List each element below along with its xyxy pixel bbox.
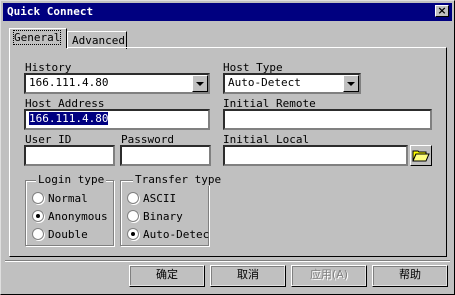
transfer-binary-radio[interactable]: Binary — [127, 210, 183, 223]
login-type-label: Login type — [36, 173, 107, 186]
transfer-binary-label: Binary — [143, 210, 183, 223]
cancel-button[interactable]: 取消 — [210, 265, 286, 287]
host-type-select[interactable]: Auto-Detect — [223, 73, 361, 94]
tab-general[interactable]: General — [9, 28, 67, 48]
history-combo[interactable]: 166.111.4.80 — [24, 73, 210, 94]
help-button[interactable]: 帮助 — [372, 265, 448, 287]
transfer-ascii-radio-circle — [127, 192, 139, 204]
login-double-radio-circle — [32, 228, 44, 240]
host-type-value: Auto-Detect — [228, 76, 301, 89]
history-dropdown-button[interactable] — [192, 75, 208, 92]
transfer-auto-label: Auto-Detec — [143, 228, 210, 241]
initial-local-input[interactable] — [223, 145, 408, 166]
transfer-auto-radio[interactable]: Auto-Detec — [127, 228, 209, 241]
history-value: 166.111.4.80 — [29, 76, 109, 89]
transfer-type-label: Transfer type — [133, 173, 224, 186]
login-anonymous-radio-circle — [32, 210, 44, 222]
button-separator — [5, 260, 450, 262]
apply-button[interactable]: 应用(A) — [291, 265, 367, 287]
transfer-auto-radio-circle — [127, 228, 139, 240]
transfer-ascii-label: ASCII — [143, 192, 177, 205]
transfer-ascii-radio[interactable]: ASCII — [127, 192, 176, 205]
host-address-input[interactable]: 166.111.4.80 — [24, 109, 210, 130]
login-double-radio[interactable]: Double — [32, 228, 88, 241]
user-id-input[interactable] — [24, 145, 115, 166]
quick-connect-dialog: Quick Connect × General Advanced History… — [0, 0, 455, 295]
host-address-value: 166.111.4.80 — [29, 112, 109, 125]
tab-general-label: General — [12, 30, 62, 45]
login-normal-label: Normal — [48, 192, 88, 205]
close-button[interactable]: × — [435, 5, 449, 17]
window-title: Quick Connect — [7, 5, 94, 18]
title-bar[interactable]: Quick Connect × — [3, 3, 452, 21]
transfer-binary-radio-circle — [127, 210, 139, 222]
host-type-dropdown-button[interactable] — [343, 75, 359, 92]
tab-advanced-label: Advanced — [72, 34, 125, 47]
ok-button[interactable]: 确定 — [129, 265, 205, 287]
login-double-label: Double — [48, 228, 88, 241]
folder-open-icon — [412, 150, 430, 162]
password-input[interactable] — [120, 145, 211, 166]
login-normal-radio-circle — [32, 192, 44, 204]
login-anonymous-radio[interactable]: Anonymous — [32, 210, 108, 223]
initial-remote-input[interactable] — [223, 109, 432, 130]
login-anonymous-label: Anonymous — [48, 210, 108, 223]
browse-local-button[interactable] — [410, 145, 432, 166]
login-normal-radio[interactable]: Normal — [32, 192, 88, 205]
